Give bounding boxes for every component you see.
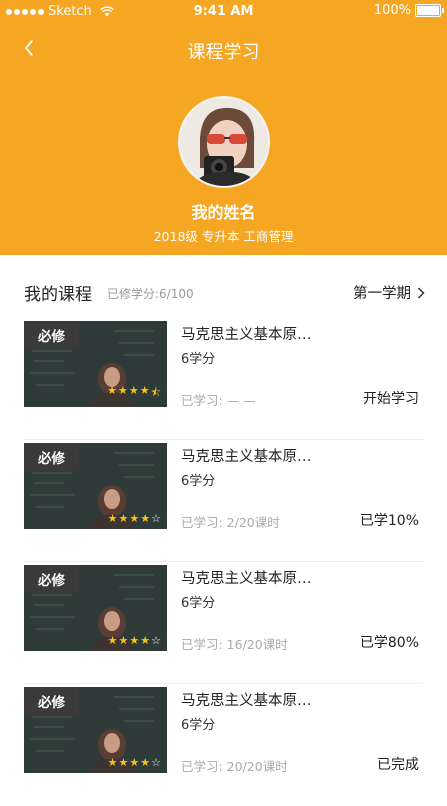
- section-title: 我的课程: [24, 285, 92, 305]
- course-item[interactable]: 必修 ★ ★ ★ ★ ☆ 马克思主义基本原… 6学分 已学习: 16/20课时 …: [0, 562, 447, 684]
- star-rating: ★ ★ ★ ★ ☆: [108, 634, 161, 647]
- page-title: 课程学习: [187, 42, 260, 63]
- required-badge: 必修: [24, 321, 79, 349]
- star-icon: ★: [118, 512, 129, 525]
- courses-section-header: 我的课程 已修学分:6/100 第一学期: [0, 274, 447, 310]
- star-icon: ★: [139, 384, 150, 397]
- course-title: 马克思主义基本原…: [181, 571, 312, 587]
- term-label: 第一学期: [353, 286, 411, 302]
- star-icon: ★: [118, 756, 129, 769]
- term-selector[interactable]: 第一学期: [353, 282, 425, 303]
- required-badge: 必修: [24, 443, 79, 471]
- course-title: 马克思主义基本原…: [181, 327, 312, 343]
- half-star-icon: ⯪: [150, 386, 161, 399]
- star-icon: ★: [140, 512, 151, 525]
- course-thumbnail[interactable]: 必修 ★ ★ ★ ★ ☆: [24, 443, 167, 529]
- course-credit: 6学分: [181, 474, 216, 489]
- course-progress: 已学习: 20/20课时: [181, 759, 288, 774]
- star-icon: ★: [140, 634, 151, 647]
- course-title: 马克思主义基本原…: [181, 449, 312, 465]
- star-icon: ★: [129, 634, 140, 647]
- status-bar: Sketch 9:41 AM 100%: [0, 0, 447, 24]
- course-credit: 6学分: [181, 352, 216, 367]
- empty-star-icon: ☆: [151, 756, 161, 769]
- profile-header: Sketch 9:41 AM 100% 课程学习 我的姓名 2018级 专升本 …: [0, 0, 447, 255]
- empty-star-icon: ☆: [151, 634, 161, 647]
- star-rating: ★ ★ ★ ★ ⯪: [107, 384, 161, 403]
- star-icon: ★: [107, 512, 118, 525]
- star-icon: ★: [129, 756, 140, 769]
- course-title: 马克思主义基本原…: [181, 693, 312, 709]
- course-list: 必修 ★ ★ ★ ★ ⯪ 马克思主义基本原… 6学分 已学习: — — 开始学习: [0, 318, 447, 806]
- user-info: 2018级 专升本 工商管理: [153, 229, 294, 244]
- required-badge: 必修: [24, 687, 79, 715]
- star-rating: ★ ★ ★ ★ ☆: [108, 512, 161, 525]
- credits-summary: 已修学分:6/100: [107, 287, 194, 301]
- avatar-photo: [180, 98, 268, 186]
- battery-icon: [415, 4, 444, 17]
- empty-star-icon: ☆: [151, 512, 161, 525]
- star-icon: ★: [128, 384, 139, 397]
- battery-status: 100%: [373, 3, 444, 18]
- course-thumbnail[interactable]: 必修 ★ ★ ★ ★ ☆: [24, 565, 167, 651]
- course-thumbnail[interactable]: 必修 ★ ★ ★ ★ ⯪: [24, 321, 167, 407]
- star-rating: ★ ★ ★ ★ ☆: [108, 756, 161, 769]
- course-thumbnail[interactable]: 必修 ★ ★ ★ ★ ☆: [24, 687, 167, 773]
- star-icon: ★: [129, 512, 140, 525]
- star-icon: ★: [117, 384, 128, 397]
- course-progress: 已学习: 2/20课时: [181, 515, 280, 530]
- avatar[interactable]: [178, 96, 270, 188]
- course-progress: 已学习: — —: [181, 393, 256, 408]
- course-item[interactable]: 必修 ★ ★ ★ ★ ☆ 马克思主义基本原… 6学分 已学习: 20/20课时 …: [0, 684, 447, 806]
- star-icon: ★: [107, 634, 118, 647]
- chevron-right-icon: [417, 286, 425, 299]
- course-credit: 6学分: [181, 718, 216, 733]
- star-icon: ★: [118, 634, 129, 647]
- star-icon: ★: [107, 756, 118, 769]
- course-status-button[interactable]: 已学10%: [360, 510, 419, 530]
- battery-label: 100%: [373, 3, 411, 18]
- course-progress: 已学习: 16/20课时: [181, 637, 288, 652]
- course-status-button[interactable]: 开始学习: [363, 388, 419, 408]
- star-icon: ★: [107, 384, 117, 397]
- course-status-button[interactable]: 已完成: [377, 754, 419, 774]
- star-icon: ★: [140, 756, 151, 769]
- course-item[interactable]: 必修 ★ ★ ★ ★ ⯪ 马克思主义基本原… 6学分 已学习: — — 开始学习: [0, 318, 447, 440]
- course-status-button[interactable]: 已学80%: [360, 632, 419, 652]
- course-item[interactable]: 必修 ★ ★ ★ ★ ☆ 马克思主义基本原… 6学分 已学习: 2/20课时 已…: [0, 440, 447, 562]
- user-name: 我的姓名: [191, 203, 256, 222]
- required-badge: 必修: [24, 565, 79, 593]
- course-credit: 6学分: [181, 596, 216, 611]
